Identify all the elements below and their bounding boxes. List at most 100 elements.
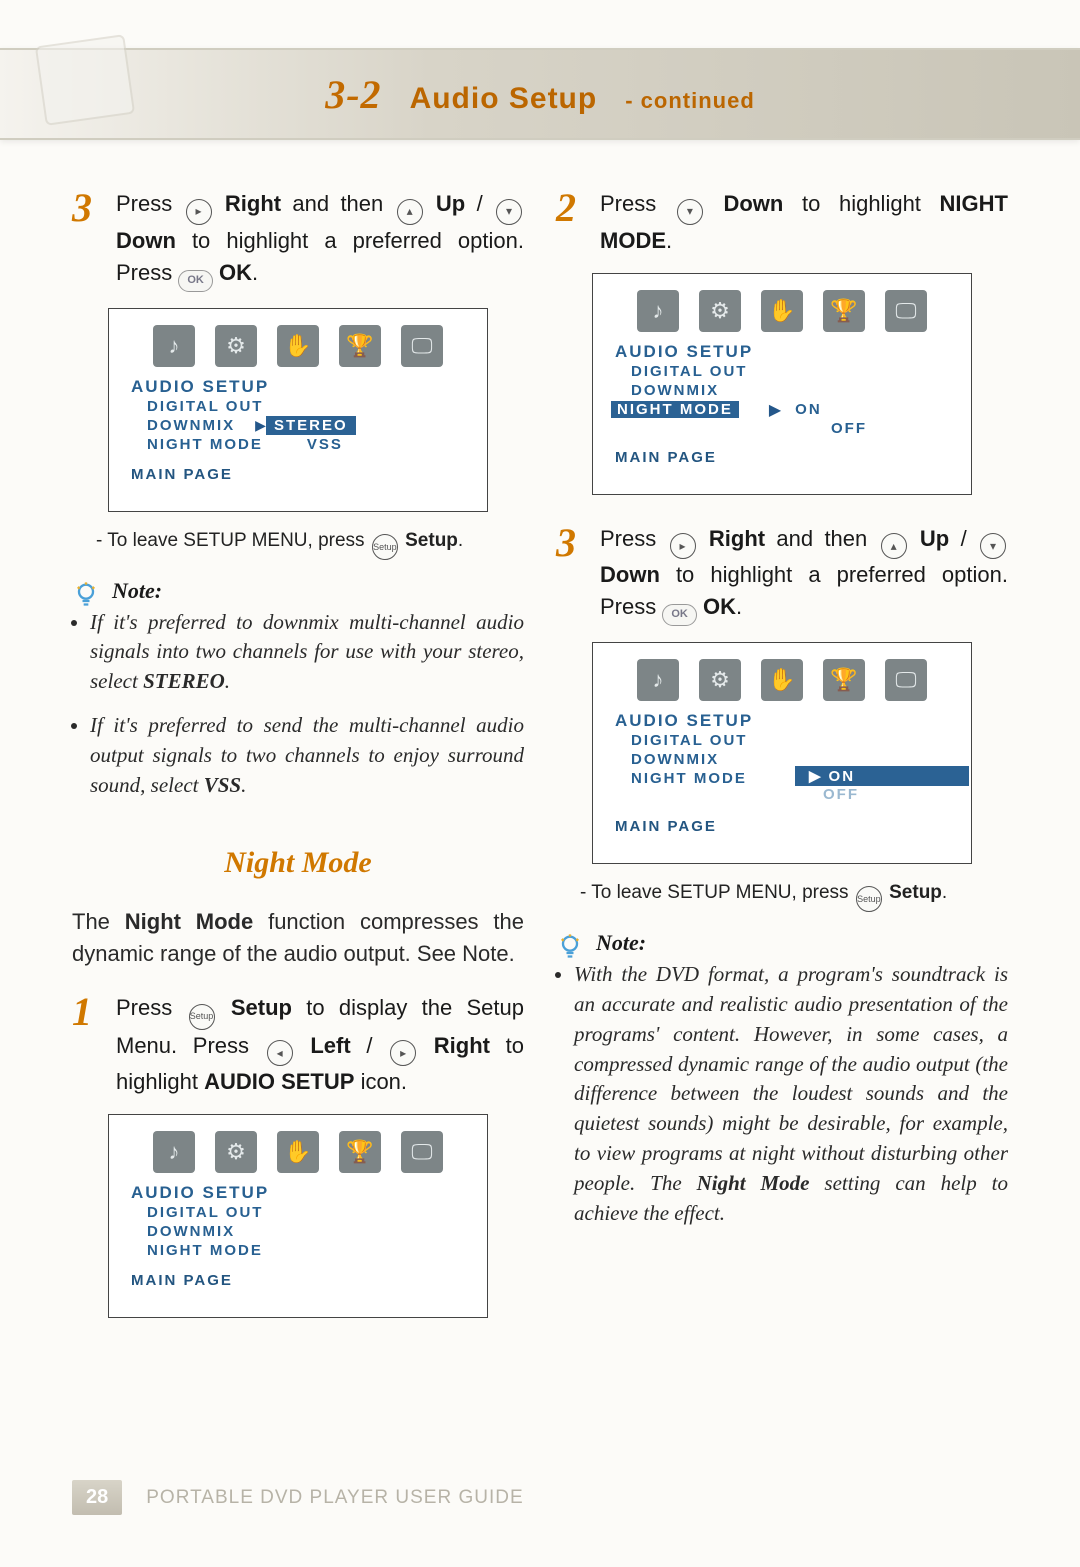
header-title: 3-2 Audio Setup - continued <box>325 71 755 118</box>
note-list: If it's preferred to downmix multi-chann… <box>90 608 524 801</box>
osd-main-page: MAIN PAGE <box>131 466 469 483</box>
right-icon: ▸ <box>390 1040 416 1066</box>
osd-icon-video: ⚙ <box>699 290 741 332</box>
note-list: With the DVD format, a program's soundtr… <box>574 960 1008 1228</box>
setup-icon: Setup <box>189 1004 215 1030</box>
setup-icon: Setup <box>372 534 398 560</box>
osd-item-digital-out: DIGITAL OUT <box>631 362 953 381</box>
osd-opt-on-hl: ON <box>829 768 856 785</box>
right-icon: ▸ <box>186 199 212 225</box>
section-label: Audio Setup <box>410 82 598 115</box>
osd-icon-tv: 🖵 <box>401 1131 443 1173</box>
osd-icon-lock: 🏆 <box>823 659 865 701</box>
step-number-3: 3 <box>72 188 102 292</box>
osd-row-nm-on: NIGHT MODE ▶ ON <box>611 400 953 420</box>
osd-title: AUDIO SETUP <box>615 342 953 362</box>
up-icon: ▴ <box>397 199 423 225</box>
right-column: 2 Press ▾ Down to highlight NIGHT MODE. … <box>556 188 1008 1336</box>
osd-icon-audio: ♪ <box>153 1131 195 1173</box>
osd-icon-tv: 🖵 <box>401 325 443 367</box>
osd-item-digital-out: DIGITAL OUT <box>147 1203 469 1222</box>
device-illustration <box>35 34 135 126</box>
osd-item-night-mode-hl: NIGHT MODE <box>611 401 739 418</box>
osd-icon-pref: ✋ <box>761 290 803 332</box>
osd-icon-lock: 🏆 <box>823 290 865 332</box>
section-sub: - continued <box>625 88 755 113</box>
bulb-icon <box>72 580 100 608</box>
note-item-nightmode: With the DVD format, a program's soundtr… <box>574 960 1008 1228</box>
osd-night-mode-on-selected: ♪ ⚙ ✋ 🏆 🖵 AUDIO SETUP DIGITAL OUT DOWNMI… <box>592 642 972 864</box>
osd-item-downmix: DOWNMIX <box>147 1222 469 1241</box>
osd-icon-video: ⚙ <box>215 1131 257 1173</box>
osd-icon-lock: 🏆 <box>339 1131 381 1173</box>
osd-icon-row: ♪ ⚙ ✋ 🏆 🖵 <box>127 1131 469 1173</box>
right-step-3: 3 Press ▸ Right and then ▴ Up / ▾ Down t… <box>556 523 1008 627</box>
osd-icon-row: ♪ ⚙ ✋ 🏆 🖵 <box>611 659 953 701</box>
osd-on-highlight-bar: ▶ ON OFF <box>797 766 969 804</box>
right-step-2: 2 Press ▾ Down to highlight NIGHT MODE. <box>556 188 1008 257</box>
step-1-text: Press Setup Setup to display the Setup M… <box>116 992 524 1098</box>
osd-row-nightmode: NIGHT MODE VSS <box>127 435 469 454</box>
night-mode-intro: The Night Mode function compresses the d… <box>72 906 524 970</box>
osd-icon-pref: ✋ <box>761 659 803 701</box>
osd-icon-lock: 🏆 <box>339 325 381 367</box>
note-item-stereo: If it's preferred to downmix multi-chann… <box>90 608 524 697</box>
osd-downmix-options: ♪ ⚙ ✋ 🏆 🖵 AUDIO SETUP DIGITAL OUT DOWNMI… <box>108 308 488 512</box>
osd-title: AUDIO SETUP <box>131 377 469 397</box>
up-icon: ▴ <box>881 533 907 559</box>
step-3-text: Press ▸ Right and then ▴ Up / ▾ Down to … <box>116 188 524 292</box>
page-footer: 28 PORTABLE DVD PLAYER USER GUIDE <box>0 1480 1080 1515</box>
osd-icon-audio: ♪ <box>153 325 195 367</box>
footer-text: PORTABLE DVD PLAYER USER GUIDE <box>146 1487 523 1509</box>
page-number: 28 <box>72 1480 122 1515</box>
osd-icon-video: ⚙ <box>699 659 741 701</box>
osd-row-downmix: DOWNMIX ▶ STEREO <box>127 416 469 435</box>
step-number-3: 3 <box>556 523 586 627</box>
note-block: Note: <box>556 930 1008 960</box>
left-column: 3 Press ▸ Right and then ▴ Up / ▾ Down t… <box>72 188 524 1336</box>
page-header: 3-2 Audio Setup - continued <box>0 48 1080 140</box>
leave-setup-note: - To leave SETUP MENU, press Setup Setup… <box>580 882 1008 912</box>
osd-item-digital-out: DIGITAL OUT <box>631 731 953 750</box>
osd-opt-off: OFF <box>823 786 859 803</box>
osd-audio-setup-plain: ♪ ⚙ ✋ 🏆 🖵 AUDIO SETUP DIGITAL OUT DOWNMI… <box>108 1114 488 1318</box>
bulb-icon <box>556 932 584 960</box>
osd-main-page: MAIN PAGE <box>615 449 953 466</box>
osd-item-night-mode: NIGHT MODE <box>147 1241 469 1260</box>
osd-item-downmix: DOWNMIX <box>147 416 235 435</box>
osd-main-page: MAIN PAGE <box>131 1272 469 1289</box>
pointer-icon: ▶ <box>809 767 823 785</box>
ok-icon: OK <box>662 604 697 626</box>
osd-title: AUDIO SETUP <box>615 711 953 731</box>
note-item-vss: If it's preferred to send the multi-chan… <box>90 711 524 800</box>
osd-icon-pref: ✋ <box>277 325 319 367</box>
osd-icon-tv: 🖵 <box>885 290 927 332</box>
osd-icon-video: ⚙ <box>215 325 257 367</box>
down-icon: ▾ <box>496 199 522 225</box>
pointer-icon: ▶ <box>255 417 266 434</box>
osd-opt-stereo: STEREO <box>266 416 356 435</box>
ok-icon: OK <box>178 270 213 292</box>
step-number-1: 1 <box>72 992 102 1098</box>
down-icon: ▾ <box>980 533 1006 559</box>
section-number: 3-2 <box>325 72 381 117</box>
osd-icon-row: ♪ ⚙ ✋ 🏆 🖵 <box>127 325 469 367</box>
osd-icon-tv: 🖵 <box>885 659 927 701</box>
osd-main-page: MAIN PAGE <box>615 818 953 835</box>
osd-item-digital-out: DIGITAL OUT <box>147 397 469 416</box>
osd-icon-audio: ♪ <box>637 659 679 701</box>
osd-title: AUDIO SETUP <box>131 1183 469 1203</box>
pointer-icon: ▶ <box>769 400 781 420</box>
right-icon: ▸ <box>670 533 696 559</box>
osd-night-mode-highlight: ♪ ⚙ ✋ 🏆 🖵 AUDIO SETUP DIGITAL OUT DOWNMI… <box>592 273 972 495</box>
osd-icon-pref: ✋ <box>277 1131 319 1173</box>
down-icon: ▾ <box>677 199 703 225</box>
content-columns: 3 Press ▸ Right and then ▴ Up / ▾ Down t… <box>0 140 1080 1336</box>
left-step-3: 3 Press ▸ Right and then ▴ Up / ▾ Down t… <box>72 188 524 292</box>
step-3-text: Press ▸ Right and then ▴ Up / ▾ Down to … <box>600 523 1008 627</box>
setup-icon: Setup <box>856 886 882 912</box>
night-mode-heading: Night Mode <box>72 846 524 880</box>
leave-setup-note: - To leave SETUP MENU, press Setup Setup… <box>96 530 524 560</box>
left-icon: ◂ <box>267 1040 293 1066</box>
osd-item-downmix: DOWNMIX <box>631 381 953 400</box>
